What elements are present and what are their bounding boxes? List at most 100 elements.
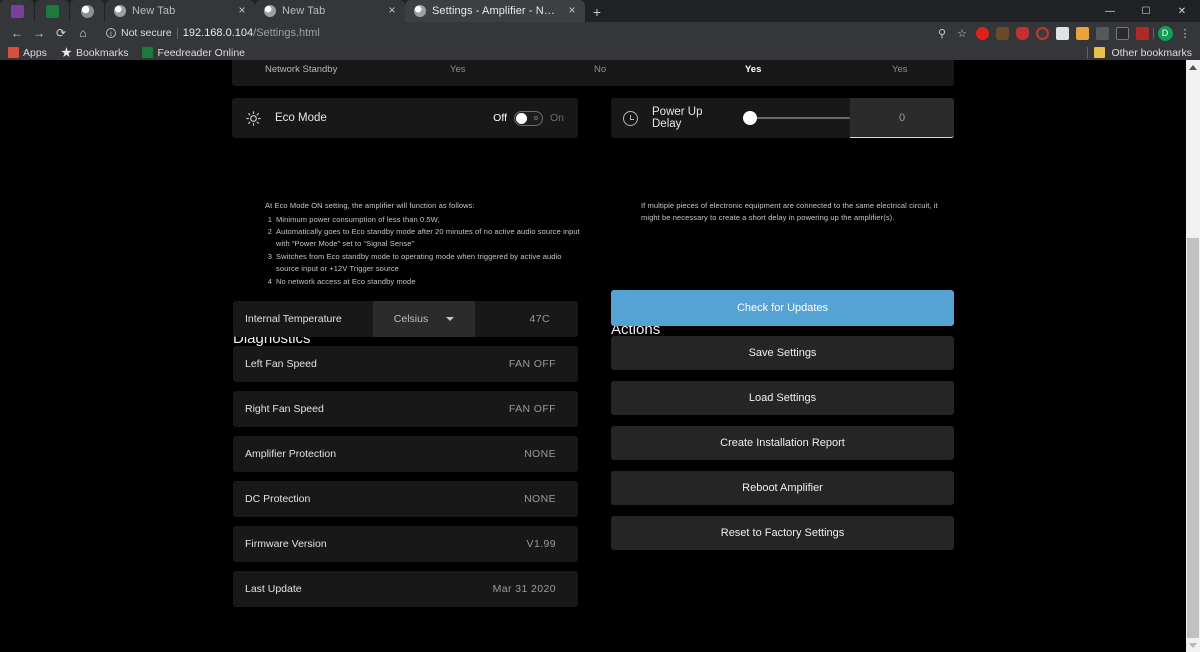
avatar[interactable]: D (1156, 24, 1174, 42)
scrollbar-thumb[interactable] (1187, 238, 1199, 638)
extension-icon-7[interactable] (1093, 24, 1111, 42)
power-up-delay-card: Power Up Delay 0 (611, 98, 954, 138)
menu-kebab-icon[interactable]: ⋮ (1176, 24, 1194, 42)
extension-icon-3[interactable] (1013, 24, 1031, 42)
page-scrollbar[interactable] (1186, 60, 1200, 652)
toolbar-icons: ⚲ ☆ D ⋮ (929, 24, 1194, 42)
address-bar[interactable]: i Not secure 192.168.0.104/Settings.html (98, 24, 929, 42)
reload-icon[interactable]: ⟳ (50, 23, 72, 43)
eco-mode-toggle-group: Off On (493, 110, 564, 126)
extension-glyph (1055, 26, 1069, 40)
tab-close-icon[interactable]: × (235, 4, 249, 18)
extension-icon-8[interactable] (1113, 24, 1131, 42)
search-icon[interactable]: ⚲ (933, 24, 951, 42)
extension-glyph (995, 26, 1009, 40)
bookmark-item-bookmarks[interactable]: Bookmarks (61, 47, 128, 59)
table-row-label: Network Standby (265, 64, 338, 75)
folder-icon (1094, 47, 1106, 58)
pinned-tab-1[interactable] (0, 0, 34, 22)
create-installation-report-button[interactable]: Create Installation Report (611, 426, 954, 460)
diagnostics-label: Internal Temperature (245, 313, 342, 325)
list-text: Minimum power consumption of less than 0… (276, 214, 440, 224)
temperature-unit-value: Celsius (393, 313, 429, 325)
power-up-delay-description: If multiple pieces of electronic equipme… (641, 201, 938, 222)
tab-title: Settings - Amplifier - NAD (432, 5, 559, 17)
bookmark-label: Apps (23, 46, 47, 59)
profile-initial: D (1157, 25, 1173, 41)
reset-to-factory-settings-button[interactable]: Reset to Factory Settings (611, 516, 954, 550)
maximize-button[interactable]: ☐ (1128, 0, 1164, 22)
diagnostics-value: NONE (524, 493, 556, 505)
scroll-down-arrow-icon[interactable] (1186, 638, 1200, 652)
settings-page: Network Standby Yes No Yes Yes Eco Mode … (0, 60, 1186, 652)
minimize-button[interactable]: — (1092, 0, 1128, 22)
list-item: 2 Automatically goes to Eco standby mode … (265, 226, 585, 250)
tab-favicon (114, 5, 126, 17)
tab-favicon (264, 5, 276, 17)
diagnostics-row-firmware-version: Firmware Version V1.99 (233, 526, 578, 562)
pinned-tab-2[interactable] (35, 0, 69, 22)
diagnostics-row-amplifier-protection: Amplifier Protection NONE (233, 436, 578, 472)
security-status-label: Not secure (121, 27, 172, 39)
forward-icon[interactable]: → (28, 23, 50, 43)
power-up-delay-value[interactable]: 0 (850, 98, 954, 138)
tab-new-tab-2[interactable]: New Tab × (255, 0, 405, 22)
eco-mode-card: Eco Mode Off On (232, 98, 578, 138)
bookmark-item-feedreader-online[interactable]: Feedreader Online (142, 47, 245, 59)
diagnostics-value: V1.99 (526, 538, 556, 550)
diagnostics-value: FAN OFF (508, 403, 556, 415)
diagnostics-label: Left Fan Speed (245, 358, 317, 370)
slider-thumb[interactable] (743, 111, 757, 125)
check-for-updates-button[interactable]: Check for Updates (611, 290, 954, 326)
bookmark-star-icon[interactable]: ☆ (953, 24, 971, 42)
close-window-button[interactable]: ✕ (1164, 0, 1200, 22)
extension-icon-6[interactable] (1073, 24, 1091, 42)
settings-table-strip: Network Standby Yes No Yes Yes (232, 60, 954, 86)
diagnostics-label: Firmware Version (245, 538, 327, 550)
load-settings-button[interactable]: Load Settings (611, 381, 954, 415)
pinned-tab-1-icon (10, 4, 24, 18)
extension-icon-4[interactable] (1033, 24, 1051, 42)
eco-mode-toggle[interactable] (513, 110, 543, 126)
back-icon[interactable]: ← (6, 23, 28, 43)
tab-new-tab-1[interactable]: New Tab × (105, 0, 255, 22)
slider-track (743, 117, 850, 119)
url-text: 192.168.0.104/Settings.html (183, 27, 320, 39)
page-viewport: Network Standby Yes No Yes Yes Eco Mode … (0, 60, 1200, 652)
scroll-up-arrow-icon[interactable] (1186, 60, 1200, 74)
extension-icon-1[interactable] (973, 24, 991, 42)
new-tab-button[interactable]: + (585, 2, 609, 22)
reboot-amplifier-button[interactable]: Reboot Amplifier (611, 471, 954, 505)
toggle-knob (515, 112, 527, 124)
info-circle-icon[interactable]: i (106, 28, 116, 38)
diagnostics-row-right-fan-speed: Right Fan Speed FAN OFF (233, 391, 578, 427)
save-settings-button[interactable]: Save Settings (611, 336, 954, 370)
bookmarks-divider (1087, 46, 1089, 59)
eco-description-lead: At Eco Mode ON setting, the amplifier wi… (265, 201, 475, 210)
browser-toolbar: ← → ⟳ ⌂ i Not secure 192.168.0.104/Setti… (0, 22, 1200, 44)
extension-icon-9[interactable] (1133, 24, 1151, 42)
tab-settings-amplifier-nad[interactable]: Settings - Amplifier - NAD × (405, 0, 585, 22)
pinned-tab-3[interactable] (70, 0, 104, 22)
extension-icon-5[interactable] (1053, 24, 1071, 42)
table-cell-value-1: Yes (450, 64, 466, 75)
diagnostics-value: NONE (524, 448, 556, 460)
bookmark-item-apps[interactable]: Apps (8, 47, 47, 59)
extension-glyph (1115, 26, 1129, 40)
url-host: 192.168.0.104 (182, 27, 254, 39)
diagnostics-label: DC Protection (245, 493, 311, 505)
other-bookmarks-label[interactable]: Other bookmarks (1111, 47, 1192, 59)
chevron-down-icon (446, 317, 455, 321)
power-up-delay-slider[interactable] (743, 111, 850, 125)
star-icon (61, 47, 72, 58)
extension-glyph (1015, 26, 1029, 40)
tab-close-icon[interactable]: × (385, 4, 399, 18)
temperature-unit-select[interactable]: Celsius (373, 301, 475, 337)
tab-close-icon[interactable]: × (565, 4, 579, 18)
diagnostics-label: Amplifier Protection (245, 448, 337, 460)
diagnostics-label: Right Fan Speed (245, 403, 324, 415)
list-item: 4 No network access at Eco standby mode (265, 276, 585, 288)
home-icon[interactable]: ⌂ (72, 23, 94, 43)
diagnostics-row-left-fan-speed: Left Fan Speed FAN OFF (233, 346, 578, 382)
extension-icon-2[interactable] (993, 24, 1011, 42)
